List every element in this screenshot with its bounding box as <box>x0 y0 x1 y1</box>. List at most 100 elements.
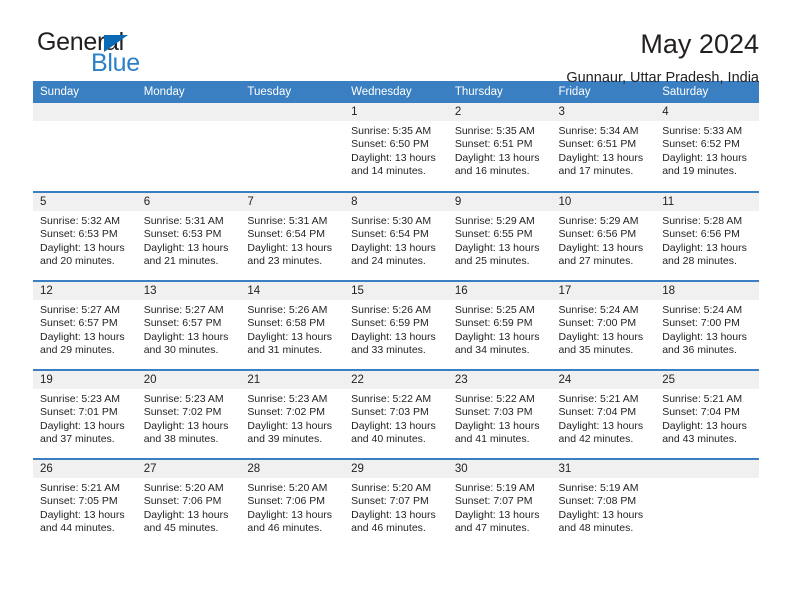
calendar-day-cell[interactable]: 10 Sunrise: 5:29 AM Sunset: 6:56 PM Dayligh… <box>551 191 656 281</box>
sunrise-time: Sunrise: 5:23 AM <box>40 393 120 405</box>
day-cell-inner: 4 Sunrise: 5:33 AM Sunset: 6:52 PM Daylight… <box>655 103 759 191</box>
calendar-day-cell[interactable]: 28 Sunrise: 5:20 AM Sunset: 7:06 PM Dayligh… <box>240 458 345 548</box>
calendar-day-cell[interactable]: 5 Sunrise: 5:32 AM Sunset: 6:53 PM Daylight… <box>33 191 137 281</box>
sunrise-time: Sunrise: 5:21 AM <box>662 393 743 405</box>
daylight-duration-line1: Daylight: 13 hours <box>40 241 125 254</box>
day-sun-info: Sunrise: 5:35 AM Sunset: 6:51 PM Daylight:… <box>448 121 552 179</box>
daylight-duration-line2: and 40 minutes. <box>351 433 426 446</box>
calendar-day-cell[interactable]: 15 Sunrise: 5:26 AM Sunset: 6:59 PM Dayligh… <box>344 280 448 370</box>
day-cell-inner: 17 Sunrise: 5:24 AM Sunset: 7:00 PM Dayligh… <box>551 282 656 369</box>
sunset-time: Sunset: 7:06 PM <box>143 495 222 508</box>
day-sun-info: Sunrise: 5:20 AM Sunset: 7:06 PM Daylight:… <box>240 478 344 536</box>
day-number: 5 <box>33 193 137 211</box>
sunset-time: Sunset: 6:52 PM <box>662 138 740 151</box>
day-sun-info: Sunrise: 5:30 AM Sunset: 6:54 PM Daylight:… <box>344 211 448 269</box>
day-number: 24 <box>551 371 656 389</box>
weekday-header-thursday: Thursday <box>447 81 552 103</box>
calendar-day-cell[interactable]: 6 Sunrise: 5:31 AM Sunset: 6:53 PM Daylight… <box>136 191 241 281</box>
sunrise-time: Sunrise: 5:29 AM <box>558 215 639 227</box>
calendar-day-cell[interactable]: 12 Sunrise: 5:27 AM Sunset: 6:57 PM Dayligh… <box>33 280 137 370</box>
title-block: May 2024 Gunnaur, Uttar Pradesh, India <box>566 28 759 87</box>
day-number: 18 <box>655 282 759 300</box>
day-cell-inner: 30 Sunrise: 5:19 AM Sunset: 7:07 PM Dayligh… <box>447 460 552 548</box>
day-sun-info: Sunrise: 5:22 AM Sunset: 7:03 PM Daylight:… <box>448 389 552 447</box>
calendar-week-row: 1 Sunrise: 5:35 AM Sunset: 6:50 PM Daylight… <box>33 103 759 192</box>
calendar-day-cell[interactable]: 3 Sunrise: 5:34 AM Sunset: 6:51 PM Daylight… <box>551 103 656 192</box>
sunrise-time: Sunrise: 5:26 AM <box>247 304 328 316</box>
calendar-day-cell[interactable]: 18 Sunrise: 5:24 AM Sunset: 7:00 PM Dayligh… <box>655 280 759 370</box>
calendar-day-cell[interactable]: 2 Sunrise: 5:35 AM Sunset: 6:51 PM Daylight… <box>447 103 552 192</box>
calendar-day-cell[interactable]: 24 Sunrise: 5:21 AM Sunset: 7:04 PM Dayligh… <box>551 369 656 459</box>
calendar-day-cell[interactable]: 9 Sunrise: 5:29 AM Sunset: 6:55 PM Daylight… <box>447 191 552 281</box>
day-sun-info: Sunrise: 5:22 AM Sunset: 7:03 PM Daylight:… <box>344 389 448 447</box>
calendar-day-cell[interactable]: 8 Sunrise: 5:30 AM Sunset: 6:54 PM Daylight… <box>344 191 448 281</box>
daylight-duration-line1: Daylight: 13 hours <box>143 419 229 432</box>
sunrise-time: Sunrise: 5:20 AM <box>143 482 224 494</box>
sunset-time: Sunset: 6:51 PM <box>558 138 637 151</box>
daylight-duration-line2: and 35 minutes. <box>558 344 634 357</box>
page-subtitle: Gunnaur, Uttar Pradesh, India <box>566 70 759 87</box>
sunrise-time: Sunrise: 5:35 AM <box>454 125 535 137</box>
day-cell-inner: 31 Sunrise: 5:19 AM Sunset: 7:08 PM Dayligh… <box>551 460 656 548</box>
calendar-day-cell[interactable]: 14 Sunrise: 5:26 AM Sunset: 6:58 PM Dayligh… <box>240 280 345 370</box>
daylight-duration-line1: Daylight: 13 hours <box>662 419 747 432</box>
sunrise-time: Sunrise: 5:31 AM <box>143 215 224 227</box>
day-number: 12 <box>33 282 137 300</box>
calendar-day-cell[interactable]: 4 Sunrise: 5:33 AM Sunset: 6:52 PM Daylight… <box>655 103 759 192</box>
calendar-day-cell[interactable]: 13 Sunrise: 5:27 AM Sunset: 6:57 PM Dayligh… <box>136 280 241 370</box>
calendar-day-cell[interactable]: 1 Sunrise: 5:35 AM Sunset: 6:50 PM Daylight… <box>344 103 448 192</box>
sunrise-time: Sunrise: 5:22 AM <box>351 393 432 405</box>
sunset-time: Sunset: 7:02 PM <box>247 406 326 419</box>
day-number: 8 <box>344 193 448 211</box>
calendar-day-cell[interactable]: 26 Sunrise: 5:21 AM Sunset: 7:05 PM Dayligh… <box>33 458 137 548</box>
calendar-day-cell[interactable]: 29 Sunrise: 5:20 AM Sunset: 7:07 PM Dayligh… <box>344 458 448 548</box>
day-number: 3 <box>551 103 656 121</box>
day-sun-info: Sunrise: 5:32 AM Sunset: 6:53 PM Daylight:… <box>33 211 137 269</box>
calendar-day-cell[interactable]: 17 Sunrise: 5:24 AM Sunset: 7:00 PM Dayligh… <box>551 280 656 370</box>
day-cell-inner <box>136 103 241 191</box>
day-sun-info: Sunrise: 5:29 AM Sunset: 6:55 PM Daylight:… <box>448 211 552 269</box>
sunset-time: Sunset: 7:04 PM <box>558 406 637 419</box>
sunrise-time: Sunrise: 5:22 AM <box>454 393 535 405</box>
day-number: 10 <box>551 193 656 211</box>
sunset-time: Sunset: 6:57 PM <box>40 317 118 330</box>
calendar-day-cell[interactable]: 27 Sunrise: 5:20 AM Sunset: 7:06 PM Dayligh… <box>136 458 241 548</box>
sunrise-time: Sunrise: 5:33 AM <box>662 125 743 137</box>
calendar-day-cell[interactable]: 31 Sunrise: 5:19 AM Sunset: 7:08 PM Dayligh… <box>551 458 656 548</box>
general-blue-logo[interactable]: General Blue <box>33 28 213 80</box>
sunset-time: Sunset: 6:56 PM <box>558 228 637 241</box>
calendar-day-cell[interactable]: 7 Sunrise: 5:31 AM Sunset: 6:54 PM Daylight… <box>240 191 345 281</box>
weekday-header-wednesday: Wednesday <box>344 81 448 103</box>
calendar-day-cell[interactable]: 21 Sunrise: 5:23 AM Sunset: 7:02 PM Dayligh… <box>240 369 345 459</box>
day-number <box>33 103 137 121</box>
daylight-duration-line2: and 20 minutes. <box>40 255 115 268</box>
day-number: 2 <box>447 103 552 121</box>
day-number: 13 <box>136 282 241 300</box>
calendar-week-row: 12 Sunrise: 5:27 AM Sunset: 6:57 PM Dayligh… <box>33 280 759 370</box>
calendar-day-cell[interactable]: 11 Sunrise: 5:28 AM Sunset: 6:56 PM Dayligh… <box>655 191 759 281</box>
calendar-day-cell[interactable]: 20 Sunrise: 5:23 AM Sunset: 7:02 PM Dayligh… <box>136 369 241 459</box>
calendar-day-cell-empty <box>655 458 759 548</box>
daylight-duration-line2: and 14 minutes. <box>351 165 426 178</box>
sunset-time: Sunset: 6:53 PM <box>143 228 222 241</box>
calendar-day-cell[interactable]: 19 Sunrise: 5:23 AM Sunset: 7:01 PM Dayligh… <box>33 369 137 459</box>
daylight-duration-line2: and 27 minutes. <box>558 255 634 268</box>
day-cell-inner: 3 Sunrise: 5:34 AM Sunset: 6:51 PM Daylight… <box>551 103 656 191</box>
calendar-day-cell[interactable]: 22 Sunrise: 5:22 AM Sunset: 7:03 PM Dayligh… <box>344 369 448 459</box>
day-number: 31 <box>551 460 656 478</box>
calendar-week-row: 5 Sunrise: 5:32 AM Sunset: 6:53 PM Daylight… <box>33 191 759 281</box>
daylight-duration-line1: Daylight: 13 hours <box>40 330 125 343</box>
day-number: 25 <box>655 371 759 389</box>
daylight-duration-line2: and 42 minutes. <box>558 433 634 446</box>
calendar-day-cell[interactable]: 30 Sunrise: 5:19 AM Sunset: 7:07 PM Dayligh… <box>447 458 552 548</box>
daylight-duration-line2: and 23 minutes. <box>247 255 323 268</box>
calendar-day-cell[interactable]: 25 Sunrise: 5:21 AM Sunset: 7:04 PM Dayligh… <box>655 369 759 459</box>
daylight-duration-line2: and 30 minutes. <box>143 344 219 357</box>
calendar-day-cell[interactable]: 23 Sunrise: 5:22 AM Sunset: 7:03 PM Dayligh… <box>447 369 552 459</box>
calendar-day-cell[interactable]: 16 Sunrise: 5:25 AM Sunset: 6:59 PM Dayligh… <box>447 280 552 370</box>
daylight-duration-line2: and 45 minutes. <box>143 522 219 535</box>
day-cell-inner: 5 Sunrise: 5:32 AM Sunset: 6:53 PM Daylight… <box>33 193 137 280</box>
day-number: 23 <box>447 371 552 389</box>
sunset-time: Sunset: 7:04 PM <box>662 406 740 419</box>
daylight-duration-line1: Daylight: 13 hours <box>558 508 644 521</box>
